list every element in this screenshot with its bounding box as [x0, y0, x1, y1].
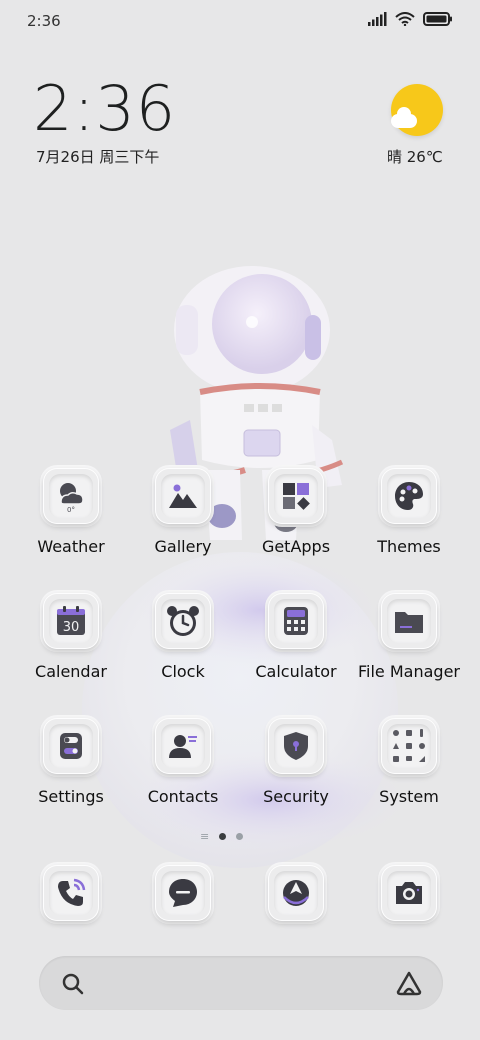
status-icons: [367, 12, 453, 26]
app-getapps[interactable]: GetApps: [241, 468, 351, 568]
search-icon[interactable]: [61, 972, 85, 996]
security-icon: [284, 732, 308, 760]
app-label-getapps: GetApps: [261, 537, 331, 556]
cloud-icon: [391, 107, 417, 128]
system-folder-icon: [393, 729, 425, 762]
camera-icon: [396, 882, 422, 904]
phone-icon: [58, 878, 86, 906]
app-label-weather: Weather: [37, 537, 105, 556]
app-themes[interactable]: Themes: [354, 468, 464, 568]
settings-icon: [60, 733, 82, 759]
app-settings[interactable]: Settings: [16, 718, 126, 818]
app-label-system: System: [379, 787, 439, 806]
app-calendar[interactable]: 30 Calendar: [16, 593, 126, 693]
dock-messages[interactable]: [128, 865, 238, 965]
status-bar: 2:36: [0, 0, 480, 42]
dock-camera[interactable]: [354, 865, 464, 965]
app-label-file-manager: File Manager: [358, 662, 460, 681]
clock-widget-date[interactable]: 7月26日 周三下午: [36, 146, 159, 167]
page-list-icon[interactable]: ≡: [200, 830, 209, 843]
assistant-icon[interactable]: [395, 970, 423, 996]
browser-icon: [283, 880, 309, 906]
app-security[interactable]: Security: [241, 718, 351, 818]
signal-icon: [368, 12, 387, 26]
app-contacts[interactable]: Contacts: [128, 718, 238, 818]
getapps-icon: [283, 483, 310, 510]
app-label-clock: Clock: [161, 662, 205, 681]
app-weather[interactable]: 0° Weather: [16, 468, 126, 568]
app-label-gallery: Gallery: [154, 537, 212, 556]
calendar-icon: 30: [57, 606, 85, 635]
messages-icon: [169, 879, 197, 907]
app-label-contacts: Contacts: [147, 787, 219, 806]
clock-widget-time[interactable]: 2:36: [33, 78, 176, 140]
dock-browser[interactable]: [241, 865, 351, 965]
weather-widget[interactable]: 晴 26℃: [385, 82, 447, 172]
page-dot-active[interactable]: [219, 833, 227, 840]
wifi-icon: [395, 12, 415, 26]
folder-icon: [395, 612, 423, 633]
app-label-settings: Settings: [38, 787, 104, 806]
app-clock[interactable]: Clock: [128, 593, 238, 693]
contacts-icon: [169, 735, 197, 758]
calculator-icon: [284, 607, 308, 635]
page-dot[interactable]: [236, 833, 244, 840]
app-gallery[interactable]: Gallery: [128, 468, 238, 568]
page-indicator[interactable]: ≡: [200, 830, 244, 843]
gallery-icon: [169, 484, 197, 508]
search-bar[interactable]: [39, 956, 443, 1010]
app-label-themes: Themes: [377, 537, 441, 556]
battery-icon: [423, 12, 452, 26]
app-system-folder[interactable]: System: [354, 718, 464, 818]
app-label-calculator: Calculator: [255, 662, 337, 681]
clock-icon: [167, 606, 199, 636]
dock-phone[interactable]: [16, 865, 126, 965]
app-file-manager[interactable]: File Manager: [354, 593, 464, 693]
themes-icon: [395, 482, 423, 510]
app-label-security: Security: [263, 787, 329, 806]
calendar-icon-day: 30: [63, 620, 80, 635]
weather-icon-degree: 0°: [67, 506, 75, 514]
status-time: 2:36: [27, 12, 61, 30]
app-label-calendar: Calendar: [35, 662, 107, 681]
weather-icon: 0°: [60, 483, 84, 514]
weather-widget-text: 晴 26℃: [387, 148, 443, 166]
app-calculator[interactable]: Calculator: [241, 593, 351, 693]
